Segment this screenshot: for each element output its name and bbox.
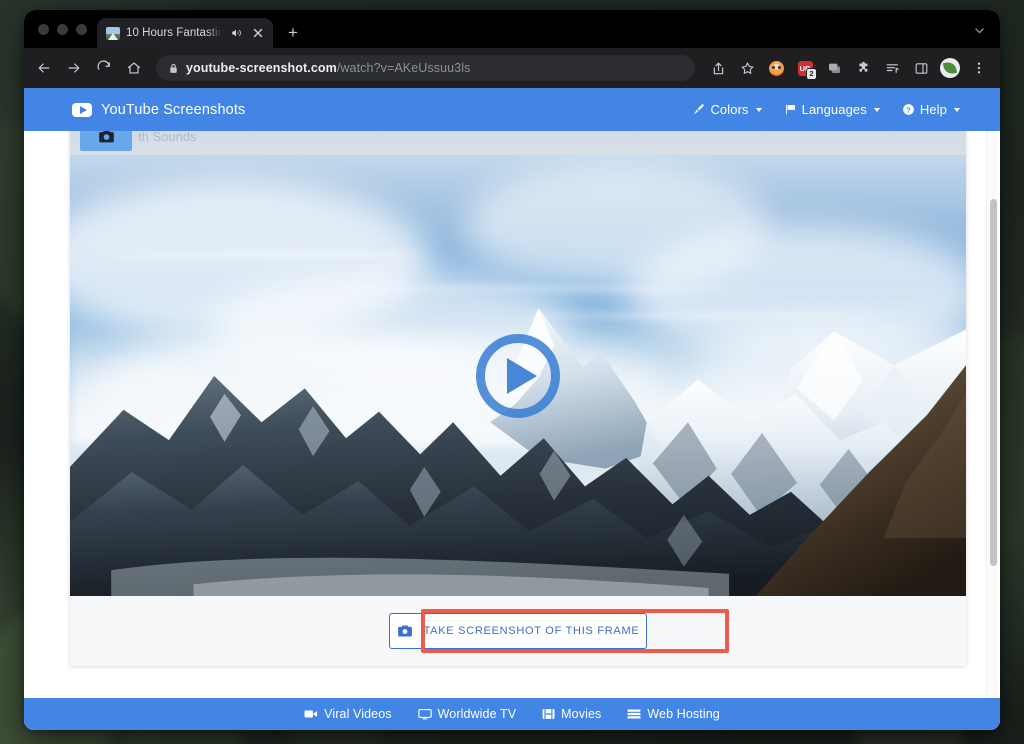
video-card: th Sounds — [70, 131, 966, 666]
nav-item-colors-label: Colors — [710, 102, 748, 117]
video-title: th Sounds — [138, 131, 197, 144]
play-button-icon[interactable] — [476, 334, 560, 418]
bookmark-star-icon[interactable] — [734, 55, 760, 81]
mountain-thumbnail-favicon — [106, 27, 120, 40]
tv-monitor-icon — [418, 708, 432, 720]
site-footer: Viral Videos Worldwide TV — [24, 698, 1000, 730]
close-window-button[interactable] — [38, 24, 49, 35]
footer-link-movies-label: Movies — [561, 707, 601, 721]
screenshot-action-bar: TAKE SCREENSHOT OF THIS FRAME — [70, 596, 966, 666]
nav-item-help[interactable]: ? Help — [902, 102, 960, 117]
nav-item-languages-label: Languages — [802, 102, 867, 117]
youtube-play-logo — [72, 103, 92, 117]
browser-toolbar: youtube-screenshot.com/watch?v=AKeUssuu3… — [24, 48, 1000, 88]
video-camera-icon — [304, 708, 318, 720]
take-screenshot-button-label: TAKE SCREENSHOT OF THIS FRAME — [424, 625, 640, 637]
profile-avatar[interactable] — [937, 55, 963, 81]
url-domain: youtube-screenshot.com — [186, 61, 337, 75]
extension-chat-icon[interactable] — [821, 55, 847, 81]
footer-link-viral-videos-label: Viral Videos — [324, 707, 391, 721]
maximize-window-button[interactable] — [76, 24, 87, 35]
site-brand-name: YouTube Screenshots — [101, 102, 245, 118]
side-panel-icon[interactable] — [908, 55, 934, 81]
play-triangle — [507, 358, 537, 394]
home-icon[interactable] — [120, 54, 148, 82]
close-icon[interactable] — [250, 25, 266, 41]
window-traffic-lights — [34, 10, 97, 48]
speaker-playing-icon[interactable] — [228, 25, 244, 41]
video-title-strip: th Sounds — [70, 131, 966, 155]
site-nav: Colors Languages — [692, 102, 960, 117]
site-header: YouTube Screenshots Colors — [24, 88, 1000, 131]
address-bar[interactable]: youtube-screenshot.com/watch?v=AKeUssuu3… — [156, 55, 695, 81]
browser-window: 10 Hours Fantastic Views o + — [24, 10, 1000, 730]
footer-link-viral-videos[interactable]: Viral Videos — [304, 707, 391, 721]
page-viewport: YouTube Screenshots Colors — [24, 88, 1000, 730]
paintbrush-icon — [692, 103, 705, 116]
chevron-down-icon — [756, 108, 762, 112]
new-tab-button[interactable]: + — [279, 18, 307, 46]
footer-link-movies[interactable]: Movies — [542, 707, 601, 721]
page-scrollbar-thumb[interactable] — [990, 199, 997, 566]
minimize-window-button[interactable] — [57, 24, 68, 35]
question-circle-icon: ? — [902, 103, 915, 116]
url-path: /watch?v=AKeUssuu3ls — [337, 61, 471, 75]
nav-item-languages[interactable]: Languages — [784, 102, 880, 117]
extension-orange-icon[interactable] — [763, 55, 789, 81]
site-brand[interactable]: YouTube Screenshots — [72, 102, 245, 118]
footer-link-web-hosting[interactable]: Web Hosting — [627, 707, 719, 721]
page-scrollbar[interactable] — [986, 131, 998, 698]
reload-icon[interactable] — [90, 54, 118, 82]
take-screenshot-button[interactable]: TAKE SCREENSHOT OF THIS FRAME — [389, 613, 647, 649]
tab-strip: 10 Hours Fantastic Views o + — [24, 10, 1000, 48]
chevron-down-icon — [874, 108, 880, 112]
chevron-down-icon — [954, 108, 960, 112]
nav-item-help-label: Help — [920, 102, 947, 117]
svg-text:?: ? — [906, 105, 911, 114]
tab-title: 10 Hours Fantastic Views o — [126, 27, 222, 39]
extension-badge-count: 2 — [806, 68, 817, 81]
address-bar-url: youtube-screenshot.com/watch?v=AKeUssuu3… — [186, 61, 471, 75]
reading-list-icon[interactable] — [879, 55, 905, 81]
back-arrow-icon[interactable] — [30, 54, 58, 82]
footer-link-web-hosting-label: Web Hosting — [647, 707, 719, 721]
extension-red-icon[interactable]: UB 2 — [792, 55, 818, 81]
footer-link-worldwide-tv-label: Worldwide TV — [438, 707, 517, 721]
server-list-icon — [627, 708, 641, 720]
lock-icon — [168, 63, 179, 74]
toolbar-icon-group: UB 2 — [705, 55, 992, 81]
flag-icon — [784, 103, 797, 116]
share-icon[interactable] — [705, 55, 731, 81]
extensions-puzzle-icon[interactable] — [850, 55, 876, 81]
browser-tab[interactable]: 10 Hours Fantastic Views o — [97, 18, 273, 48]
video-frame[interactable] — [70, 155, 966, 596]
forward-arrow-icon[interactable] — [60, 54, 88, 82]
footer-link-worldwide-tv[interactable]: Worldwide TV — [418, 707, 517, 721]
chevron-down-icon[interactable] — [968, 19, 990, 41]
film-icon — [542, 708, 555, 720]
page-scroll-area: th Sounds — [24, 131, 1000, 698]
browser-menu-kebab-icon[interactable] — [966, 55, 992, 81]
frame-capture-button[interactable] — [80, 131, 132, 151]
camera-icon — [397, 624, 413, 638]
nav-item-colors[interactable]: Colors — [692, 102, 761, 117]
